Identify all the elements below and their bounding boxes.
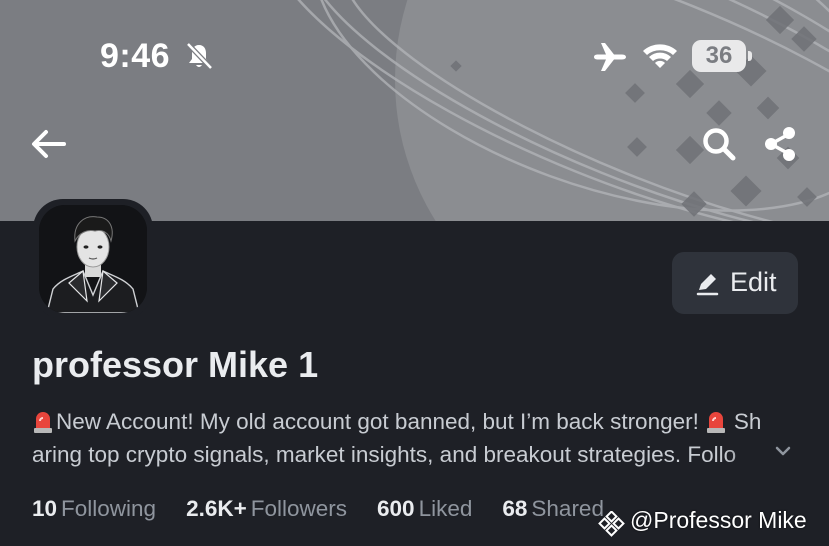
avatar-portrait (39, 205, 147, 313)
bio-line-2: aring top crypto signals, market insight… (32, 438, 794, 471)
edit-button-label: Edit (730, 267, 777, 297)
profile-name: professor Mike 1 (32, 344, 319, 385)
profile-bio: New Account! My old account got banned, … (32, 405, 794, 471)
stat-following[interactable]: 10 Following (32, 496, 156, 522)
airplane-icon (594, 43, 626, 71)
profile-stats: 10 Following 2.6K+ Followers 600 Liked 68 Share… (32, 496, 634, 526)
battery-icon: 36 (692, 40, 752, 72)
diamond-logo-icon (598, 511, 625, 537)
stat-liked[interactable]: 600 Liked (377, 496, 472, 522)
back-arrow-icon[interactable] (30, 126, 68, 162)
avatar[interactable] (39, 205, 147, 313)
search-icon[interactable] (700, 125, 738, 163)
edit-pen-icon (696, 274, 719, 296)
watermark-text: @Professor Mike (630, 507, 807, 533)
share-icon[interactable] (762, 125, 798, 163)
battery-level: 36 (705, 42, 733, 69)
chevron-down-icon[interactable] (773, 444, 793, 460)
status-time: 9:46 (100, 37, 171, 75)
wifi-icon (643, 44, 677, 68)
siren-emoji-icon (706, 412, 725, 433)
bio-text-1: New Account! My old account got banned, … (56, 409, 699, 434)
stat-followers[interactable]: 2.6K+ Followers (186, 496, 347, 522)
stat-shared[interactable]: 68 Shared (502, 496, 604, 522)
status-bar: 9:46 36 (0, 0, 829, 110)
bell-muted-icon (186, 42, 213, 70)
bio-text-2: aring top crypto signals, market insight… (32, 442, 737, 467)
bio-line-1: New Account! My old account got banned, … (32, 405, 794, 438)
siren-emoji-icon (34, 412, 52, 433)
bio-text-1-tail: Sh (733, 409, 762, 434)
edit-profile-button[interactable]: Edit (672, 252, 798, 314)
